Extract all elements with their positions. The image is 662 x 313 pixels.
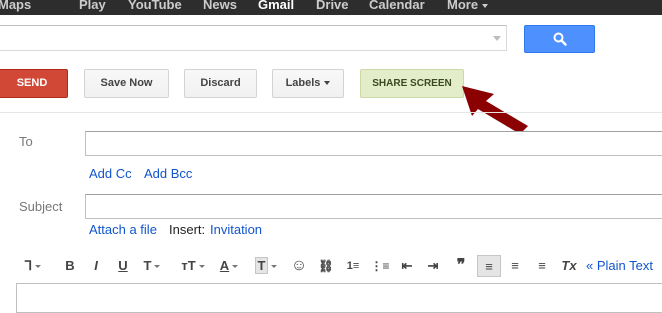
nav-play[interactable]: Play (79, 0, 106, 12)
bulleted-list-button[interactable]: ⋮≡ (370, 255, 390, 277)
to-field[interactable] (85, 131, 662, 156)
plain-text-link[interactable]: « Plain Text (586, 258, 653, 273)
font-size-icon: T (143, 258, 152, 273)
font-size-button[interactable]: T (141, 255, 163, 277)
font-button[interactable]: Ꞁ (20, 255, 46, 277)
message-body[interactable] (16, 283, 662, 313)
chevron-down-icon (482, 3, 489, 8)
nav-more-label: More (447, 0, 479, 12)
nav-more[interactable]: More (447, 0, 489, 12)
italic-button[interactable]: I (88, 255, 104, 277)
save-now-button[interactable]: Save Now (84, 69, 169, 98)
chevron-down-icon (35, 265, 42, 269)
labels-label: Labels (285, 77, 321, 89)
chevron-down-icon (324, 81, 331, 86)
size-icon: тT (181, 258, 196, 273)
text-color-button[interactable]: A (216, 255, 242, 277)
to-label: To (19, 134, 33, 149)
nav-news[interactable]: News (203, 0, 237, 12)
remove-formatting-button[interactable]: Tx (560, 255, 578, 277)
link-button[interactable]: ⛓ (316, 255, 336, 277)
attach-file-link[interactable]: Attach a file (89, 222, 157, 237)
labels-button[interactable]: Labels (272, 69, 344, 98)
nav-calendar[interactable]: Calendar (369, 0, 425, 12)
subject-label: Subject (19, 199, 63, 214)
send-button[interactable]: SEND (0, 69, 68, 98)
numbered-list-button[interactable]: 1≡ (343, 255, 363, 277)
top-nav-bar: Maps Play YouTube News Gmail Drive Calen… (0, 0, 662, 15)
align-left-button[interactable]: ≡ (477, 255, 501, 277)
chevron-down-icon (271, 265, 278, 269)
text-color-icon: A (219, 258, 230, 273)
chevron-down-icon (154, 265, 161, 269)
add-cc-link[interactable]: Add Cc (89, 166, 132, 181)
highlight-button[interactable]: T (252, 255, 280, 277)
indent-less-button[interactable]: ⇤ (398, 255, 416, 277)
discard-button[interactable]: Discard (184, 69, 257, 98)
bold-button[interactable]: B (62, 255, 78, 277)
align-right-button[interactable]: ≡ (532, 255, 552, 277)
chevron-down-icon (232, 265, 239, 269)
emoji-button[interactable]: ☺ (290, 255, 308, 277)
nav-gmail[interactable]: Gmail (258, 0, 294, 12)
share-screen-button[interactable]: SHARE SCREEN (360, 69, 464, 98)
insert-label: Insert: (169, 222, 206, 237)
nav-youtube[interactable]: YouTube (128, 0, 182, 12)
size-button[interactable]: тT (179, 255, 207, 277)
chevron-down-icon (198, 265, 205, 269)
nav-drive[interactable]: Drive (316, 0, 349, 12)
nav-maps[interactable]: Maps (0, 0, 31, 12)
search-options-chevron-icon[interactable] (493, 36, 501, 41)
font-icon: Ꞁ (24, 258, 33, 273)
subject-field[interactable] (85, 194, 662, 219)
invitation-link[interactable]: Invitation (210, 222, 262, 237)
quote-button[interactable]: ❞ (452, 255, 470, 277)
search-icon (553, 32, 567, 46)
highlight-icon: T (254, 257, 269, 274)
indent-more-button[interactable]: ⇥ (424, 255, 442, 277)
add-bcc-link[interactable]: Add Bcc (144, 166, 192, 181)
underline-button[interactable]: U (114, 255, 132, 277)
search-button[interactable] (524, 25, 595, 53)
search-input[interactable] (0, 25, 507, 51)
annotation-arrow-icon (462, 86, 528, 134)
align-center-button[interactable]: ≡ (505, 255, 525, 277)
divider (0, 112, 662, 113)
